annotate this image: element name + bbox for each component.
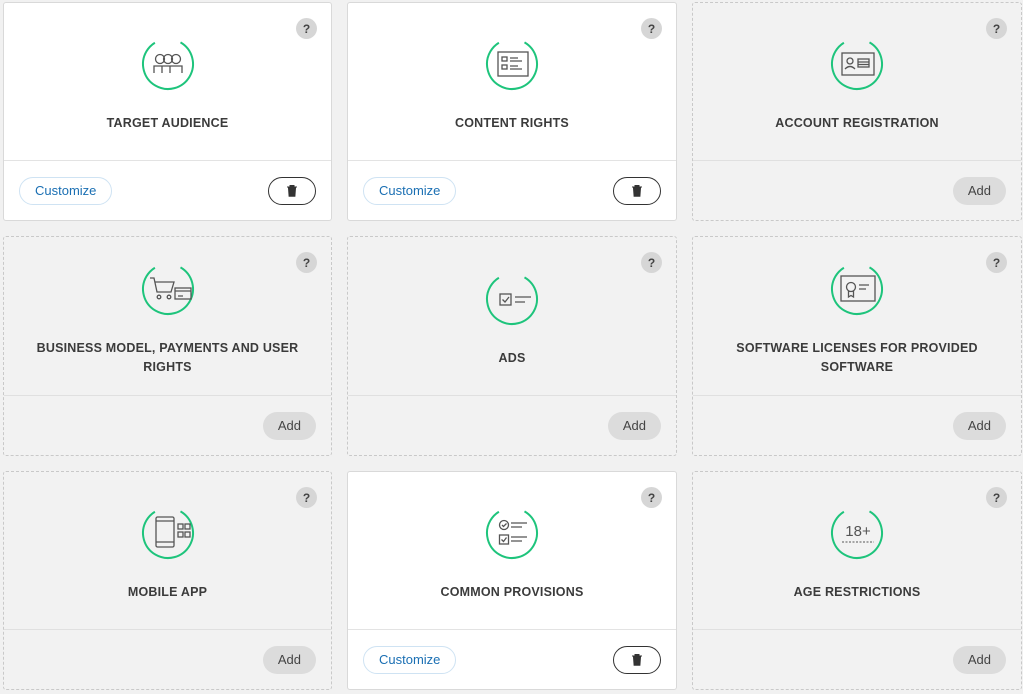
card-business-model: ? BUSINESS MODEL, PAYMENTS AND USER RIGH… xyxy=(3,236,332,456)
trash-icon xyxy=(632,185,642,197)
ads-icon xyxy=(484,271,540,327)
help-button[interactable]: ? xyxy=(296,18,317,39)
add-button[interactable]: Add xyxy=(952,645,1006,674)
certificate-icon xyxy=(829,261,885,317)
card-title: BUSINESS MODEL, PAYMENTS AND USER RIGHTS xyxy=(36,341,299,374)
add-button[interactable]: Add xyxy=(952,411,1006,440)
card-title: AGE RESTRICTIONS xyxy=(793,585,921,599)
card-content-rights: ? CONTENT RIGHTS Customize xyxy=(347,2,677,221)
add-button[interactable]: Add xyxy=(262,645,316,674)
trash-icon xyxy=(632,654,642,666)
checklist-icon xyxy=(484,505,540,561)
add-button[interactable]: Add xyxy=(262,411,316,440)
delete-button[interactable] xyxy=(268,176,316,205)
card-software-licenses: ? SOFTWARE LICENSES FOR PROVIDED SOFTWAR… xyxy=(692,236,1022,456)
help-button[interactable]: ? xyxy=(641,487,662,508)
age-restriction-icon: 18+ xyxy=(829,505,885,561)
audience-icon xyxy=(140,36,196,92)
card-title: CONTENT RIGHTS xyxy=(455,116,569,130)
customize-button[interactable]: Customize xyxy=(19,176,113,205)
customize-button[interactable]: Customize xyxy=(363,176,457,205)
card-title: ACCOUNT REGISTRATION xyxy=(775,116,939,130)
card-mobile-app: ? MOBILE APP Add xyxy=(3,471,332,690)
delete-button[interactable] xyxy=(613,176,661,205)
cart-icon xyxy=(140,261,196,317)
help-button[interactable]: ? xyxy=(296,252,317,273)
mobile-app-icon xyxy=(140,505,196,561)
clause-card-grid: ? TARGET AUDIENCE Customize ? CONTENT RI… xyxy=(3,2,1022,692)
help-button[interactable]: ? xyxy=(986,18,1007,39)
customize-button[interactable]: Customize xyxy=(363,645,457,674)
help-button[interactable]: ? xyxy=(986,252,1007,273)
card-title: COMMON PROVISIONS xyxy=(440,585,584,599)
card-title: MOBILE APP xyxy=(127,585,208,599)
help-button[interactable]: ? xyxy=(986,487,1007,508)
card-title: ADS xyxy=(498,350,526,365)
card-title: SOFTWARE LICENSES FOR PROVIDED SOFTWARE xyxy=(736,341,978,374)
content-rights-icon xyxy=(484,36,540,92)
help-button[interactable]: ? xyxy=(641,18,662,39)
card-common-provisions: ? COMMON PROVISIONS Customize xyxy=(347,471,677,690)
help-button[interactable]: ? xyxy=(641,252,662,273)
id-card-icon xyxy=(829,36,885,92)
age-label: 18+ xyxy=(845,523,871,540)
card-ads: ? ADS Add xyxy=(347,236,677,456)
card-target-audience: ? TARGET AUDIENCE Customize xyxy=(3,2,332,221)
help-button[interactable]: ? xyxy=(296,487,317,508)
add-button[interactable]: Add xyxy=(607,411,661,440)
trash-icon xyxy=(287,185,297,197)
card-title: TARGET AUDIENCE xyxy=(106,116,229,130)
delete-button[interactable] xyxy=(613,645,661,674)
card-age-restrictions: ? 18+ AGE RESTRICTIONS Add xyxy=(692,471,1022,690)
card-account-registration: ? ACCOUNT REGISTRATION Add xyxy=(692,2,1022,221)
add-button[interactable]: Add xyxy=(952,176,1006,205)
